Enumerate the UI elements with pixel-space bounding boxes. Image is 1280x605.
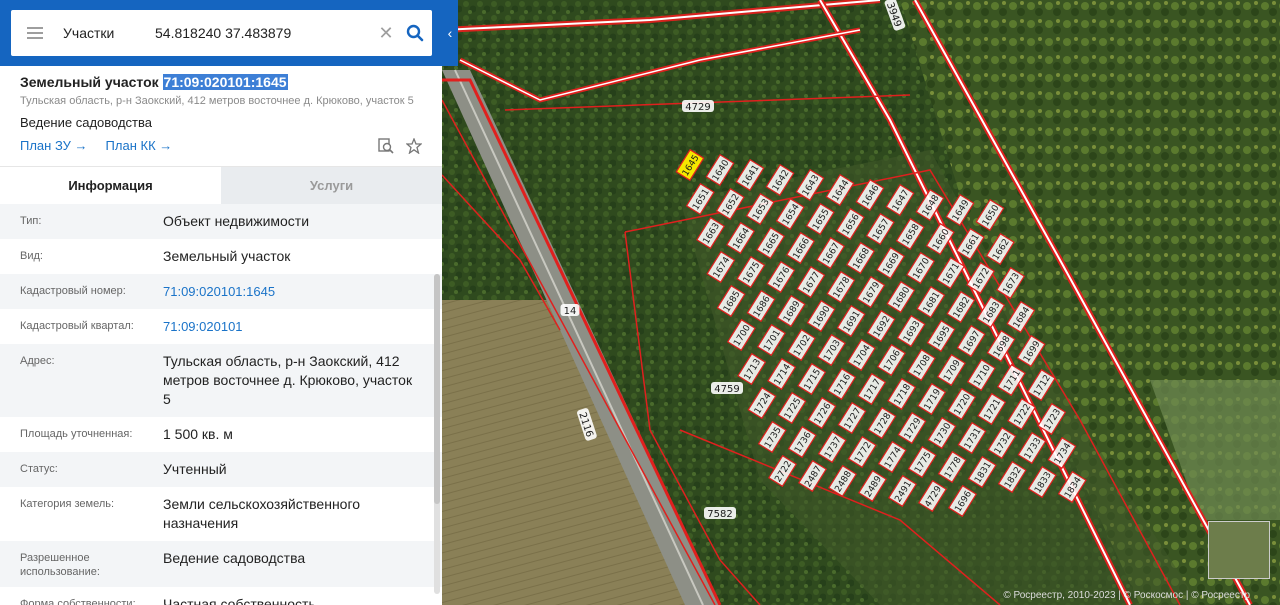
info-panel: Земельный участок 71:09:020101:1645 Туль…: [0, 66, 442, 605]
property-row-area: Площадь уточненная: 1 500 кв. м: [0, 417, 442, 452]
header-icons: [378, 137, 423, 159]
property-key: Площадь уточненная:: [20, 428, 133, 440]
map-area-label: 4759: [711, 382, 743, 395]
property-row-kind: Вид: Земельный участок: [0, 239, 442, 274]
property-key: Тип:: [20, 215, 42, 227]
star-icon[interactable]: [405, 137, 423, 159]
property-value: 1 500 кв. м: [163, 426, 233, 442]
map-area-label: 7582: [704, 507, 736, 520]
plan-kk-link[interactable]: План КК →: [106, 138, 173, 153]
minimap-thumbnail[interactable]: [1208, 521, 1270, 579]
clear-icon[interactable]: ✕: [374, 23, 398, 44]
search-box: Участки ✕: [11, 10, 432, 56]
parcel-use: Ведение садоводства: [20, 115, 152, 130]
property-row-land-category: Категория земель: Земли сельскохозяйстве…: [0, 487, 442, 541]
parcel-address: Тульская область, р-н Заокский, 412 метр…: [20, 95, 414, 107]
search-input[interactable]: [151, 25, 374, 41]
plan-kk-label: План КК: [105, 138, 156, 153]
search-icon[interactable]: [398, 10, 432, 56]
property-row-permitted-use: Разрешенное использование: Ведение садов…: [0, 541, 442, 587]
property-row-cadastral-number: Кадастровый номер: 71:09:020101:1645: [0, 274, 442, 309]
property-key: Вид:: [20, 250, 43, 262]
property-row-type: Тип: Объект недвижимости: [0, 204, 442, 239]
parcel-title-prefix: Земельный участок: [20, 74, 159, 90]
properties-table: Тип: Объект недвижимости Вид: Земельный …: [0, 204, 442, 605]
map-area-label: 14: [560, 304, 580, 317]
map-label-text: 7582: [707, 509, 732, 520]
property-value: Учтенный: [163, 461, 227, 477]
search-header: Участки ✕: [0, 0, 458, 66]
map-area-label: 4729: [682, 100, 714, 113]
arrow-right-icon: →: [74, 138, 88, 153]
property-row-cadastral-quarter: Кадастровый квартал: 71:09:020101: [0, 309, 442, 344]
property-key: Статус:: [20, 463, 58, 475]
property-value: Объект недвижимости: [163, 213, 310, 229]
property-value: Земельный участок: [163, 248, 291, 264]
panel-tabs: Информация Услуги: [0, 166, 442, 204]
map-copyright: © Росреестр, 2010-2023 | © Роскосмос | ©…: [1003, 590, 1250, 601]
cadastral-number-link[interactable]: 71:09:020101:1645: [163, 282, 422, 301]
parcel-cadastral-number[interactable]: 71:09:020101:1645: [162, 74, 288, 90]
plan-zu-label: План ЗУ: [20, 138, 71, 153]
arrow-right-icon: →: [159, 138, 173, 153]
property-key: Категория земель:: [20, 498, 115, 510]
property-row-address: Адрес: Тульская область, р-н Заокский, 4…: [0, 344, 442, 417]
parcel-title: Земельный участок 71:09:020101:1645: [20, 74, 422, 90]
map-label-text: 4759: [714, 384, 739, 395]
property-value: Тульская область, р-н Заокский, 412 метр…: [163, 353, 413, 407]
map-label-text: 14: [564, 306, 577, 317]
zoom-to-object-icon[interactable]: [378, 138, 394, 159]
plan-zu-link[interactable]: План ЗУ →: [20, 138, 88, 153]
property-row-status: Статус: Учтенный: [0, 452, 442, 487]
property-key: Форма собственности:: [20, 598, 136, 605]
menu-icon[interactable]: [11, 10, 59, 56]
parcel-header: Земельный участок 71:09:020101:1645 Туль…: [0, 66, 442, 166]
layer-select[interactable]: Участки: [59, 25, 151, 41]
property-key: Кадастровый номер:: [20, 285, 126, 297]
scrollbar-thumb[interactable]: [434, 274, 440, 504]
map-label-text: 4729: [685, 102, 710, 113]
property-key: Адрес:: [20, 355, 55, 367]
plan-links: План ЗУ → План КК →: [20, 138, 422, 153]
collapse-panel-button[interactable]: ‹: [442, 20, 458, 46]
property-value: Частная собственность: [163, 596, 316, 605]
cadastral-quarter-link[interactable]: 71:09:020101: [163, 317, 422, 336]
property-value: Земли сельскохозяйственного назначения: [163, 496, 361, 531]
property-key: Кадастровый квартал:: [20, 320, 134, 332]
panel-scrollbar[interactable]: [434, 274, 440, 594]
property-key: Разрешенное использование:: [20, 552, 100, 578]
tab-services[interactable]: Услуги: [221, 167, 442, 204]
property-row-ownership: Форма собственности: Частная собственнос…: [0, 587, 442, 605]
tab-information[interactable]: Информация: [0, 167, 221, 204]
property-value: Ведение садоводства: [163, 550, 306, 566]
